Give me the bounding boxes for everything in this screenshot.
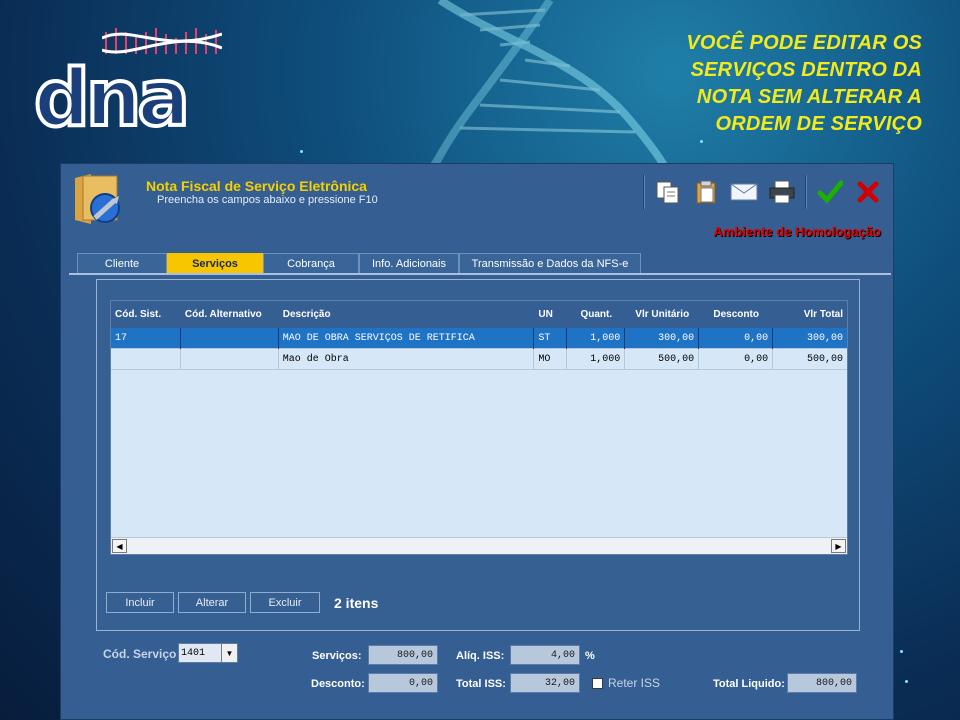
email-button[interactable] — [729, 177, 759, 207]
scroll-left-icon[interactable]: ◀ — [112, 539, 127, 553]
cell-descricao: Mao de Obra — [279, 349, 535, 370]
tab-cliente[interactable]: Cliente — [77, 253, 167, 273]
aliq-iss-label: Alíq. ISS: — [456, 650, 505, 662]
total-iss-field[interactable]: 32,00 — [510, 673, 580, 693]
logo-text: dna — [32, 54, 192, 144]
print-button[interactable] — [767, 177, 797, 207]
toolbar — [643, 172, 883, 212]
scroll-right-icon[interactable]: ▶ — [831, 539, 846, 553]
promo-line: NOTA SEM ALTERAR A — [696, 86, 922, 108]
col-cod-alternativo[interactable]: Cód. Alternativo — [181, 301, 279, 328]
grid-header: Cód. Sist. Cód. Alternativo Descrição UN… — [111, 301, 847, 328]
promo-text: VOCÊ PODE EDITAR OS SERVIÇOS DENTRO DA N… — [622, 30, 922, 138]
col-vlr-unitario[interactable]: Vlr Unitário — [625, 301, 699, 328]
cell-un: ST — [534, 328, 568, 349]
particle-dot — [300, 150, 303, 153]
cell-cod-sist: 17 — [111, 328, 181, 349]
tab-bar: Cliente Serviços Cobrança Info. Adiciona… — [77, 253, 641, 273]
chevron-down-icon[interactable]: ▼ — [221, 644, 237, 662]
window-title: Nota Fiscal de Serviço Eletrônica — [146, 178, 367, 194]
paste-button[interactable] — [691, 177, 721, 207]
cell-vlr-total: 500,00 — [806, 354, 843, 365]
cell-desconto: 0,00 — [699, 349, 774, 370]
services-grid[interactable]: Cód. Sist. Cód. Alternativo Descrição UN… — [110, 300, 848, 555]
table-row[interactable]: Mao de Obra MO 1,000 500,00 0,00 500,00 — [111, 349, 847, 370]
total-liquido-field[interactable]: 800,00 — [787, 673, 857, 693]
particle-dot — [700, 140, 703, 143]
percent-label: % — [585, 650, 595, 662]
cod-servico-select[interactable]: 1401 ▼ — [178, 643, 238, 663]
incluir-button[interactable]: Incluir — [106, 592, 174, 613]
particle-dot — [900, 650, 903, 653]
tab-servicos[interactable]: Serviços — [167, 253, 263, 273]
tab-info-adicionais[interactable]: Info. Adicionais — [359, 253, 459, 273]
cell-cod-sist — [111, 349, 181, 370]
col-cod-sist[interactable]: Cód. Sist. — [111, 301, 181, 328]
horizontal-scrollbar[interactable]: ◀ ▶ — [111, 537, 847, 554]
tab-transmissao[interactable]: Transmissão e Dados da NFS-e — [459, 253, 641, 273]
tab-underline — [69, 273, 891, 275]
servicos-field[interactable]: 800,00 — [368, 645, 438, 665]
cod-servico-label: Cód. Serviço — [103, 647, 177, 661]
servicos-label: Serviços: — [312, 650, 362, 662]
cell-desconto: 0,00 — [699, 328, 774, 349]
cell-vlr-unitario: 500,00 — [625, 349, 700, 370]
col-desconto[interactable]: Desconto — [699, 301, 773, 328]
services-panel: Cód. Sist. Cód. Alternativo Descrição UN… — [96, 279, 860, 631]
folder-settings-icon — [75, 174, 120, 224]
cell-quant: 1,000 — [567, 328, 626, 349]
cell-descricao: MAO DE OBRA SERVIÇOS DE RETIFICA — [279, 328, 535, 349]
promo-line: SERVIÇOS DENTRO DA — [690, 59, 922, 81]
window-header: Nota Fiscal de Serviço Eletrônica Preenc… — [61, 164, 893, 239]
excluir-button[interactable]: Excluir — [250, 592, 320, 613]
window-subtitle: Preencha os campos abaixo e pressione F1… — [157, 194, 378, 206]
aliq-iss-field[interactable]: 4,00 — [510, 645, 580, 665]
col-descricao[interactable]: Descrição — [279, 301, 535, 328]
table-row[interactable]: 17 MAO DE OBRA SERVIÇOS DE RETIFICA ST 1… — [111, 328, 847, 349]
confirm-button[interactable] — [815, 177, 845, 207]
col-quant[interactable]: Quant. — [567, 301, 625, 328]
alterar-button[interactable]: Alterar — [178, 592, 246, 613]
tab-cobranca[interactable]: Cobrança — [263, 253, 359, 273]
cell-vlr-unitario: 300,00 — [625, 328, 700, 349]
cod-servico-value: 1401 — [181, 647, 206, 659]
cell-quant: 1,000 — [567, 349, 626, 370]
email-icon — [730, 183, 758, 201]
desconto-field[interactable]: 0,00 — [368, 673, 438, 693]
promo-line: VOCÊ PODE EDITAR OS — [686, 32, 922, 54]
dna-logo: dna — [32, 24, 224, 140]
particle-dot — [905, 680, 908, 683]
copy-button[interactable] — [653, 177, 683, 207]
cancel-button[interactable] — [853, 177, 883, 207]
items-count: 2 itens — [334, 594, 379, 611]
cell-vlr-total: 300,00 — [806, 333, 843, 344]
toolbar-separator — [805, 175, 807, 209]
total-iss-label: Total ISS: — [456, 678, 506, 690]
desconto-label: Desconto: — [311, 678, 365, 690]
nfse-window: Nota Fiscal de Serviço Eletrônica Preenc… — [60, 163, 894, 720]
copy-icon — [656, 181, 679, 204]
cancel-icon — [857, 181, 879, 203]
cell-cod-alt — [181, 349, 279, 370]
environment-label: Ambiente de Homologação — [713, 224, 881, 239]
reter-iss-checkbox[interactable] — [592, 678, 603, 689]
paste-icon — [696, 180, 716, 204]
print-icon — [769, 180, 795, 204]
col-vlr-total[interactable]: Vlr Total — [773, 301, 847, 328]
col-un[interactable]: UN — [534, 301, 567, 328]
promo-line: ORDEM DE SERVIÇO — [715, 113, 922, 135]
confirm-icon — [817, 180, 843, 204]
toolbar-separator — [643, 175, 645, 209]
grid-actions: Incluir Alterar Excluir 2 itens — [106, 592, 378, 613]
cell-cod-alt — [181, 328, 279, 349]
cell-un: MO — [534, 349, 568, 370]
total-liquido-label: Total Liquido: — [713, 678, 785, 690]
reter-iss-label: Reter ISS — [608, 676, 661, 690]
